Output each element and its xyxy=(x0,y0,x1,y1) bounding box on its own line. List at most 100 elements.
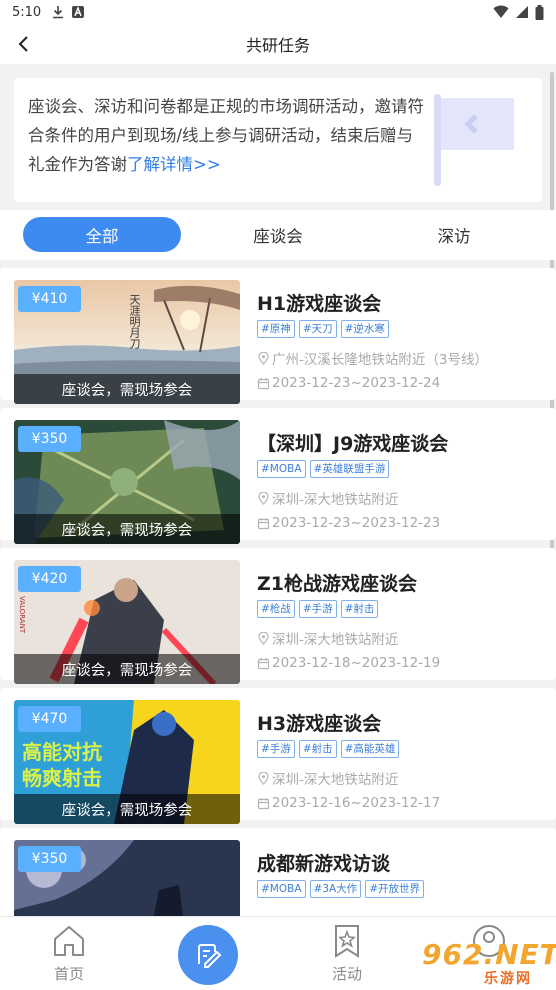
page-title: 共研任务 xyxy=(245,36,310,55)
tag: #天刀 xyxy=(298,320,337,338)
price-badge: ¥470 xyxy=(18,706,81,732)
watermark-sub: 乐游网 xyxy=(484,971,532,987)
task-location: 深圳-深大地铁站附近 xyxy=(257,768,398,788)
wifi-icon xyxy=(493,5,509,18)
back-arrow-icon xyxy=(18,36,28,52)
tag: #射击 xyxy=(340,600,379,618)
status-time: 5:10 xyxy=(12,4,42,20)
task-caption: 座谈会，需现场参会 xyxy=(14,374,240,404)
tag-list: #原神 #天刀 #逆水寒 xyxy=(257,320,389,338)
nav-tasks-button[interactable] xyxy=(178,925,238,985)
calendar-icon xyxy=(257,517,270,529)
tag: #MOBA xyxy=(257,880,306,898)
signal-icon xyxy=(516,6,528,18)
tab-seminar[interactable]: 座谈会 xyxy=(218,217,338,252)
download-icon xyxy=(53,6,64,19)
tag: #枪战 xyxy=(257,600,295,618)
task-location: 深圳-深大地铁站附近 xyxy=(257,488,398,508)
thumbnail-slogan-2: 畅爽射击 xyxy=(22,766,102,790)
location-icon xyxy=(258,771,269,785)
back-button[interactable] xyxy=(10,30,38,58)
task-caption: 座谈会，需现场参会 xyxy=(14,794,240,824)
task-title: Z1枪战游戏座谈会 xyxy=(257,573,417,595)
calendar-icon xyxy=(257,797,270,809)
task-caption: 座谈会，需现场参会 xyxy=(14,514,240,544)
tag: #高能英雄 xyxy=(340,740,400,758)
location-text: 深圳-深大地铁站附近 xyxy=(272,492,399,508)
battery-icon xyxy=(535,4,544,20)
price-badge: ¥420 xyxy=(18,566,81,592)
calendar-icon xyxy=(257,657,270,669)
task-card[interactable]: ¥350 座谈会，需现场参会 【深圳】J9游戏座谈会 #MOBA #英雄联盟手游… xyxy=(0,408,556,544)
tag-list: #枪战 #手游 #射击 xyxy=(257,600,379,618)
price-badge: ¥350 xyxy=(18,846,81,872)
tag: #逆水寒 xyxy=(340,320,389,338)
tab-interview[interactable]: 深访 xyxy=(394,217,514,252)
intro-card: 座谈会、深访和问卷都是正规的市场调研活动，邀请符合条件的用户到现场/线上参与调研… xyxy=(14,78,542,202)
task-pen-icon xyxy=(198,944,222,968)
task-date: 2023-12-16~2023-12-17 xyxy=(257,795,440,811)
task-card[interactable]: ¥350 成都新游戏访谈 #MOBA #3A大作 #开放世界 xyxy=(0,828,556,916)
tag: #手游 xyxy=(298,600,337,618)
status-bar: 5:10 xyxy=(0,0,556,24)
tag-list: #手游 #射击 #高能英雄 xyxy=(257,740,400,758)
task-title: H1游戏座谈会 xyxy=(257,293,382,315)
task-date: 2023-12-23~2023-12-24 xyxy=(257,375,440,391)
tag: #手游 xyxy=(257,740,295,758)
thumbnail-slogan-1: 高能对抗 xyxy=(22,740,102,764)
learn-more-link[interactable]: 了解详情>> xyxy=(127,155,221,174)
location-text: 深圳-深大地铁站附近 xyxy=(272,632,399,648)
price-badge: ¥350 xyxy=(18,426,81,452)
task-title: H3游戏座谈会 xyxy=(257,713,382,735)
location-icon xyxy=(258,351,269,365)
task-title: 成都新游戏访谈 xyxy=(257,853,391,875)
calendar-icon xyxy=(257,377,270,389)
date-text: 2023-12-23~2023-12-23 xyxy=(272,515,441,531)
tag: #3A大作 xyxy=(309,880,362,898)
nav-home[interactable]: 首页 xyxy=(24,923,114,989)
home-icon xyxy=(54,926,84,956)
task-thumbnail: ¥350 xyxy=(14,840,240,916)
nav-activity[interactable]: 活动 xyxy=(302,923,392,989)
nav-activity-label: 活动 xyxy=(331,965,362,983)
tab-all[interactable]: 全部 xyxy=(23,217,181,252)
star-bookmark-icon xyxy=(335,925,359,958)
date-text: 2023-12-16~2023-12-17 xyxy=(272,795,441,811)
watermark-logo: 962.NET 乐游网 xyxy=(418,938,556,987)
task-location: 深圳-深大地铁站附近 xyxy=(257,628,398,648)
location-text: 广州-汉溪长隆地铁站附近（3号线） xyxy=(272,352,488,368)
intro-text: 座谈会、深访和问卷都是正规的市场调研活动，邀请符合条件的用户到现场/线上参与调研… xyxy=(28,92,428,179)
tag: #英雄联盟手游 xyxy=(309,460,390,478)
location-icon xyxy=(258,491,269,505)
tag: #原神 xyxy=(257,320,295,338)
location-text: 深圳-深大地铁站附近 xyxy=(272,772,399,788)
thumbnail-side-text: VALORANT xyxy=(18,596,26,634)
task-list: 天涯明月刀 ¥410 座谈会，需现场参会 H1游戏座谈会 #原神 #天刀 #逆水… xyxy=(0,268,556,916)
a-badge-icon xyxy=(72,6,85,18)
task-date: 2023-12-23~2023-12-23 xyxy=(257,515,440,531)
task-caption: 座谈会，需现场参会 xyxy=(14,654,240,684)
task-title: 【深圳】J9游戏座谈会 xyxy=(257,433,449,455)
tag: #射击 xyxy=(298,740,337,758)
task-date: 2023-12-18~2023-12-19 xyxy=(257,655,440,671)
task-location: 广州-汉溪长隆地铁站附近（3号线） xyxy=(257,348,488,368)
app-bar: 共研任务 xyxy=(0,24,556,64)
date-text: 2023-12-18~2023-12-19 xyxy=(272,655,441,671)
task-card[interactable]: VALORANT ¥420 座谈会，需现场参会 Z1枪战游戏座谈会 #枪战 #手… xyxy=(0,548,556,684)
location-icon xyxy=(258,631,269,645)
thumbnail-logo: 天涯明月刀 xyxy=(128,294,141,349)
tag: #开放世界 xyxy=(365,880,424,898)
task-thumbnail: VALORANT ¥420 座谈会，需现场参会 xyxy=(14,560,240,684)
nav-home-label: 首页 xyxy=(53,965,84,983)
task-thumbnail: ¥350 座谈会，需现场参会 xyxy=(14,420,240,544)
watermark-main: 962.NET xyxy=(422,938,556,971)
flag-icon xyxy=(434,94,514,186)
intro-description: 座谈会、深访和问卷都是正规的市场调研活动，邀请符合条件的用户到现场/线上参与调研… xyxy=(28,97,424,174)
task-card[interactable]: 天涯明月刀 ¥410 座谈会，需现场参会 H1游戏座谈会 #原神 #天刀 #逆水… xyxy=(0,268,556,404)
task-thumbnail: 高能对抗 畅爽射击 ¥470 座谈会，需现场参会 xyxy=(14,700,240,824)
price-badge: ¥410 xyxy=(18,286,81,312)
tag-list: #MOBA #3A大作 #开放世界 xyxy=(257,880,424,898)
tag: #MOBA xyxy=(257,460,306,478)
tag-list: #MOBA #英雄联盟手游 xyxy=(257,460,390,478)
task-card[interactable]: 高能对抗 畅爽射击 ¥470 座谈会，需现场参会 H3游戏座谈会 #手游 #射击… xyxy=(0,688,556,824)
